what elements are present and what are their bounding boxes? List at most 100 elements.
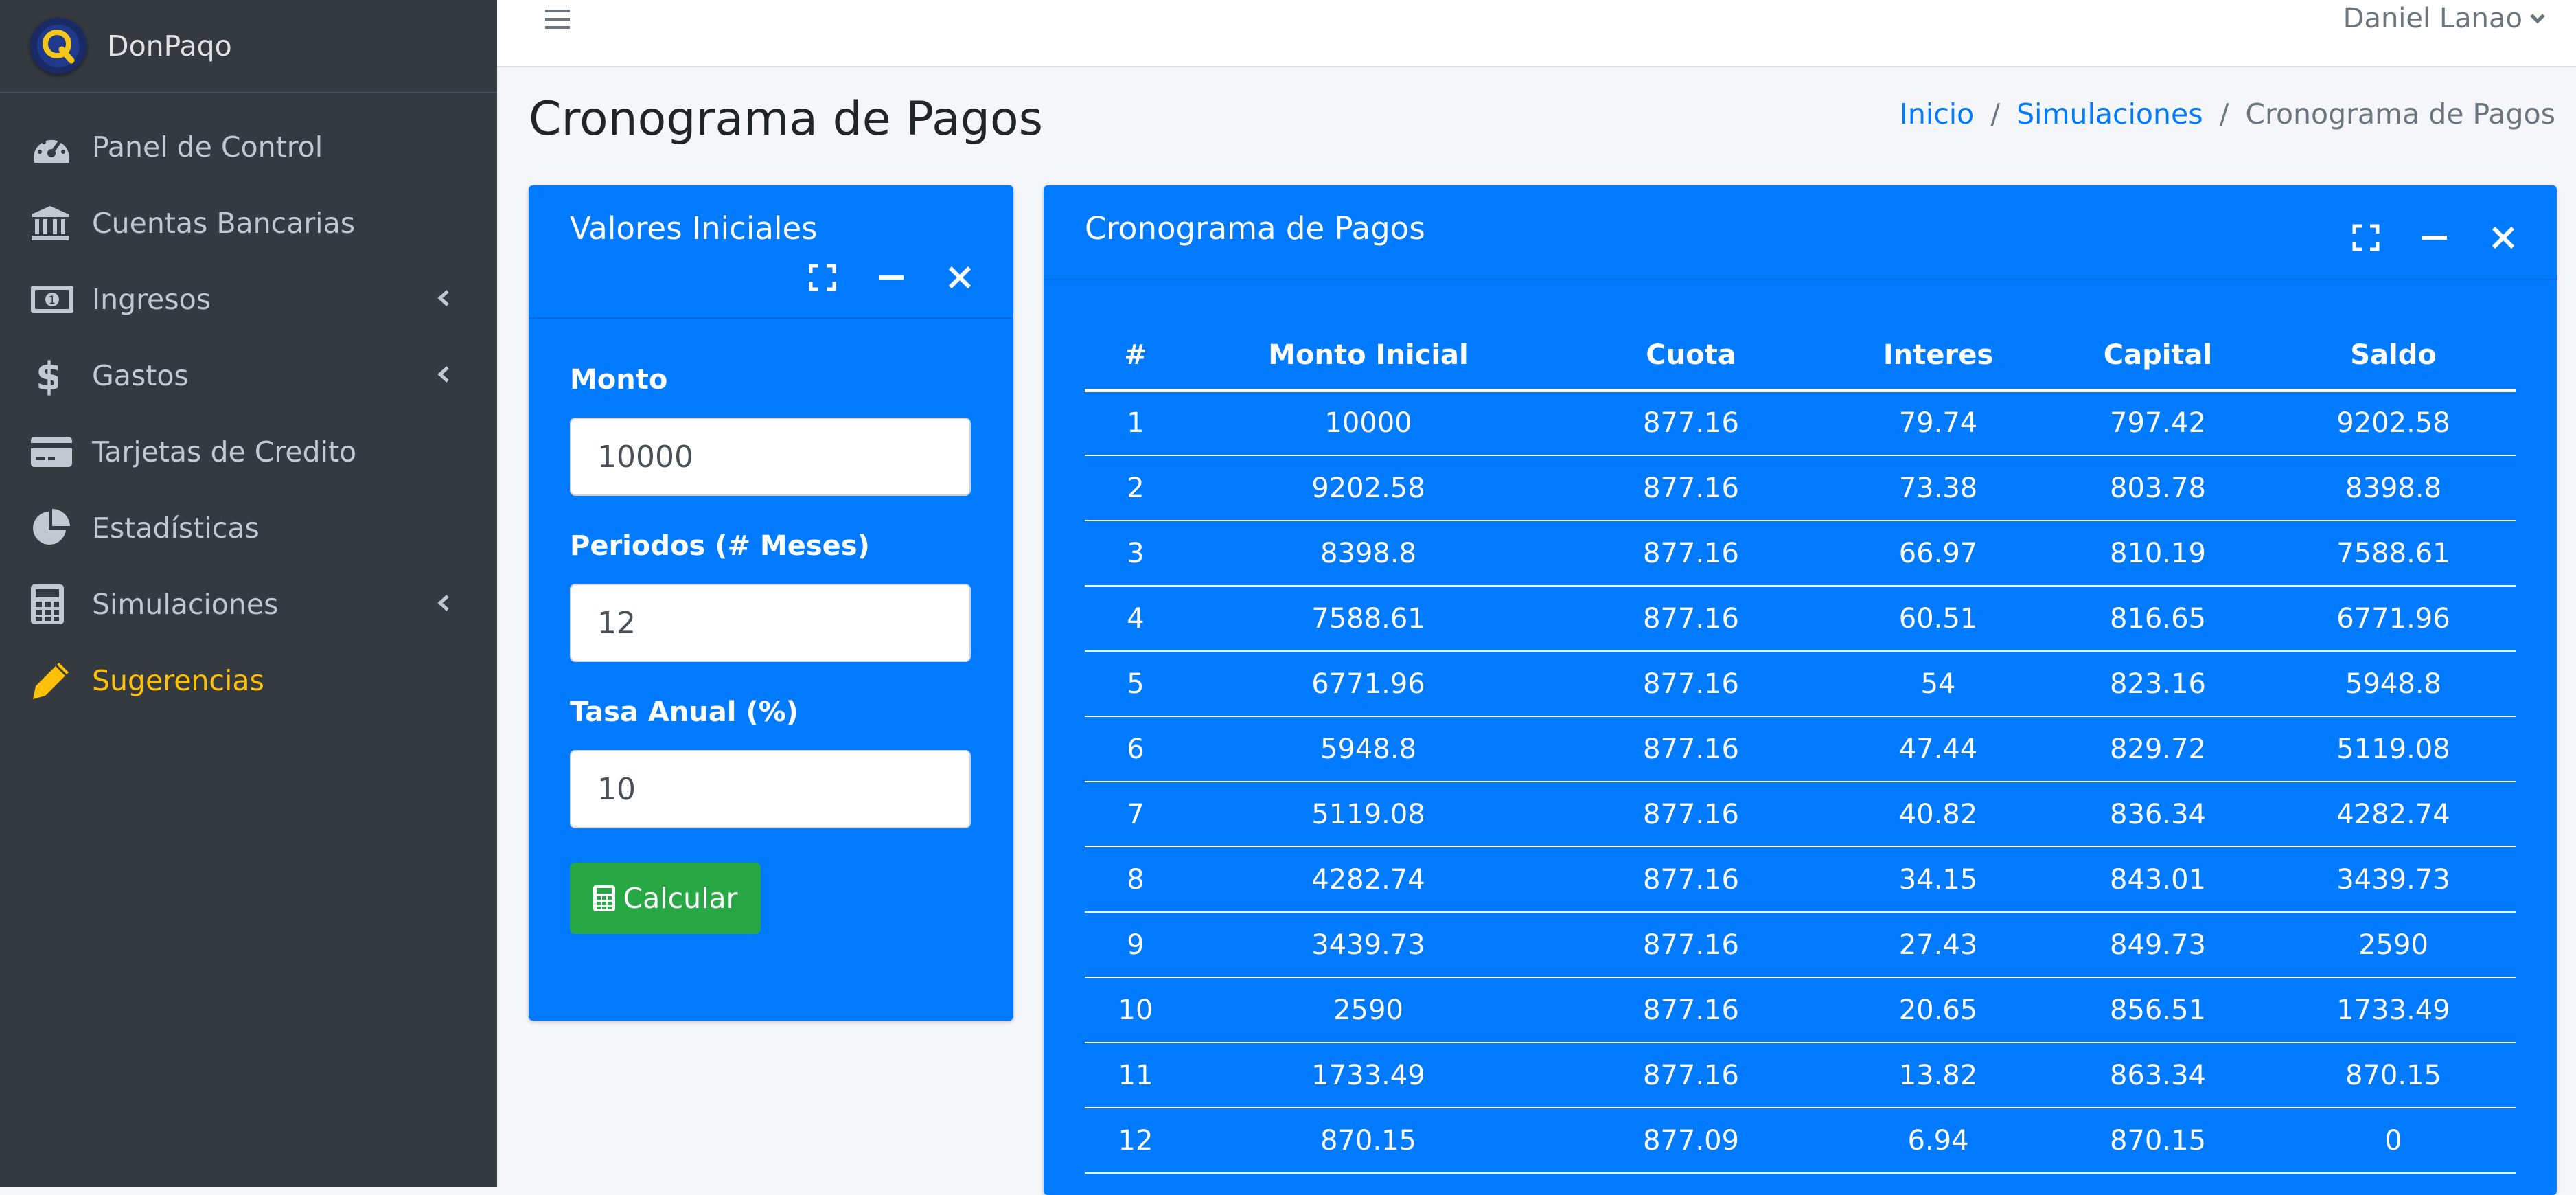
table-cell: 877.16 [1550,586,1832,652]
expand-icon[interactable] [803,258,842,297]
sidebar-item-gastos[interactable]: $ Gastos [0,337,497,413]
chevron-down-icon [2530,14,2545,24]
card-title: Valores Iniciales [570,210,818,247]
table-cell: 10 [1085,977,1186,1043]
hamburger-menu-icon[interactable] [544,5,571,36]
table-cell: 3439.73 [1186,912,1550,978]
sidebar-item-estadisticas[interactable]: Estadísticas [0,490,497,566]
column-header: Interes [1832,321,2045,392]
table-header-row: # Monto Inicial Cuota Interes Capital Sa… [1085,321,2516,392]
sidebar-item-label: Simulaciones [92,587,279,621]
card-tools [773,258,979,297]
sidebar-item-tarjetas-de-credito[interactable]: Tarjetas de Credito [0,413,497,490]
svg-text:1: 1 [49,293,56,306]
page-title: Cronograma de Pagos [529,92,1043,146]
table-cell: 79.74 [1832,390,2045,456]
table-cell: 810.19 [2045,521,2271,587]
table-cell: 849.73 [2045,912,2271,978]
card-tools [2316,218,2522,257]
table-cell: 20.65 [1832,977,2045,1043]
credit-card-icon [30,430,74,474]
table-cell: 4282.74 [1186,847,1550,913]
breadcrumb: Inicio / Simulaciones / Cronograma de Pa… [1900,98,2555,130]
table-cell: 10000 [1186,390,1550,456]
breadcrumb-separator: / [2219,98,2229,130]
table-row: 2 9202.58 877.16 73.38 803.78 8398.8 [1085,455,2516,521]
table-cell: 2590 [1186,977,1550,1043]
sidebar-item-panel-de-control[interactable]: Panel de Control [0,109,497,185]
minimize-icon[interactable] [872,258,910,297]
brand-link[interactable]: DonPaqo [0,0,497,93]
minimize-icon[interactable] [2415,218,2454,257]
table-cell: 34.15 [1832,847,2045,913]
brand-logo-icon [30,18,87,74]
table-row: 1 10000 877.16 79.74 797.42 9202.58 [1085,390,2516,456]
table-cell: 877.16 [1550,912,1832,978]
sidebar-item-label: Gastos [92,358,189,392]
breadcrumb-section-link[interactable]: Simulaciones [2016,98,2203,130]
table-cell: 6771.96 [2271,586,2516,652]
table-cell: 797.42 [2045,390,2271,456]
sidebar-nav: Panel de Control Cuentas Bancarias 1 Ing… [0,93,497,718]
table-cell: 9202.58 [2271,390,2516,456]
table-cell: 54 [1832,651,2045,717]
table-cell: 870.15 [2271,1043,2516,1108]
table-cell: 816.65 [2045,586,2271,652]
expand-icon[interactable] [2347,218,2385,257]
table-cell: 8 [1085,847,1186,913]
table-cell: 12 [1085,1108,1186,1174]
monto-input[interactable] [570,418,971,496]
table-row: 6 5948.8 877.16 47.44 829.72 5119.08 [1085,716,2516,782]
dollar-icon: $ [30,354,74,398]
table-cell: 11 [1085,1043,1186,1108]
table-cell: 4282.74 [2271,782,2516,847]
calculator-icon [593,885,616,911]
card-header: Cronograma de Pagos [1044,185,2557,280]
bank-icon [30,201,74,245]
table-cell: 870.15 [1186,1108,1550,1174]
sidebar-item-label: Cuentas Bancarias [92,206,356,240]
column-header: # [1085,321,1186,392]
sidebar-item-cuentas-bancarias[interactable]: Cuentas Bancarias [0,185,497,261]
close-icon[interactable] [941,258,979,297]
sidebar-item-ingresos[interactable]: 1 Ingresos [0,261,497,337]
table-cell: 4 [1085,586,1186,652]
tachometer-icon [30,125,74,169]
pencil-icon [30,659,74,703]
table-cell: 9 [1085,912,1186,978]
sidebar-item-simulaciones[interactable]: Simulaciones [0,566,497,642]
table-cell: 877.16 [1550,521,1832,587]
tasa-input[interactable] [570,750,971,828]
table-cell: 803.78 [2045,455,2271,521]
table-row: 10 2590 877.16 20.65 856.51 1733.49 [1085,977,2516,1043]
table-cell: 877.09 [1550,1108,1832,1174]
table-cell: 1733.49 [1186,1043,1550,1108]
table-cell: 5 [1085,651,1186,717]
table-cell: 60.51 [1832,586,2045,652]
table-cell: 6771.96 [1186,651,1550,717]
table-row: 11 1733.49 877.16 13.82 863.34 870.15 [1085,1043,2516,1108]
table-cell: 870.15 [2045,1108,2271,1174]
table-cell: 7588.61 [2271,521,2516,587]
table-cell: 6 [1085,716,1186,782]
table-cell: 836.34 [2045,782,2271,847]
table-cell: 5948.8 [1186,716,1550,782]
table-cell: 8398.8 [2271,455,2516,521]
simulation-form: Monto Periodos (# Meses) Tasa Anual (%) … [570,364,972,934]
breadcrumb-current: Cronograma de Pagos [2245,98,2555,130]
user-name: Daniel Lanao [2343,3,2522,34]
money-bill-icon: 1 [30,277,74,321]
table-cell: 66.97 [1832,521,2045,587]
breadcrumb-home-link[interactable]: Inicio [1900,98,1975,130]
table-cell: 6.94 [1832,1108,2045,1174]
user-menu[interactable]: Daniel Lanao [2343,3,2546,34]
table-cell: 5948.8 [2271,651,2516,717]
sidebar-item-sugerencias[interactable]: Sugerencias [0,642,497,718]
table-cell: 1 [1085,390,1186,456]
periodos-input[interactable] [570,584,971,662]
table-cell: 877.16 [1550,1043,1832,1108]
close-icon[interactable] [2484,218,2522,257]
table-cell: 2590 [2271,912,2516,978]
top-navbar: Daniel Lanao [497,0,2576,67]
calcular-button[interactable]: Calcular [570,863,761,934]
